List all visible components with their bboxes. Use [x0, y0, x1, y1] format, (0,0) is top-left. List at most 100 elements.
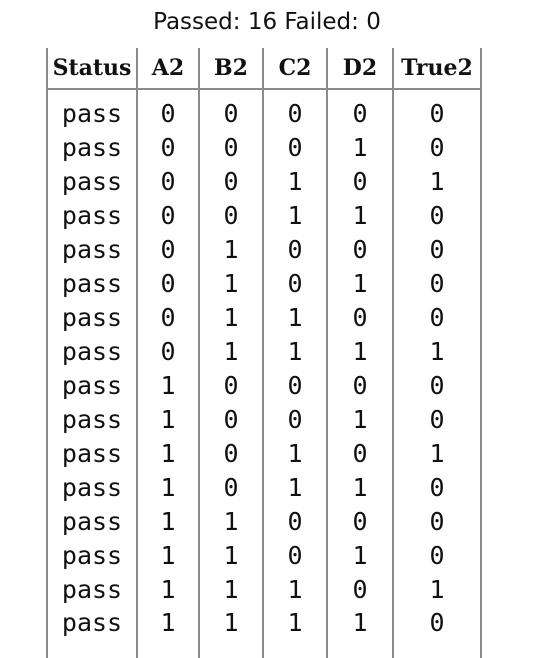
- b2-cell: 1: [198, 232, 264, 266]
- b2-cell: 1: [198, 504, 264, 538]
- true2-cell: 0: [392, 266, 482, 300]
- c2-cell: 1: [262, 470, 328, 504]
- a2-cell: 0: [136, 300, 200, 334]
- status-cell: pass: [46, 89, 138, 130]
- b2-cell: 0: [198, 402, 264, 436]
- d2-cell: 0: [326, 368, 394, 402]
- b2-cell: 0: [198, 470, 264, 504]
- d2-cell: 1: [326, 538, 394, 572]
- d2-cell: 0: [326, 300, 394, 334]
- a2-cell: 1: [136, 402, 200, 436]
- c2-cell: 1: [262, 606, 328, 658]
- d2-cell: 1: [326, 470, 394, 504]
- table-row: pass 1 0 1 0 1: [46, 436, 482, 470]
- c2-cell: 1: [262, 334, 328, 368]
- table-row: pass 1 1 1 1 0: [46, 606, 482, 658]
- a2-cell: 1: [136, 538, 200, 572]
- true2-cell: 0: [392, 470, 482, 504]
- true2-cell: 0: [392, 402, 482, 436]
- b2-cell: 0: [198, 164, 264, 198]
- table-row: pass 0 1 1 1 1: [46, 334, 482, 368]
- d2-cell: 0: [326, 436, 394, 470]
- c2-cell: 0: [262, 368, 328, 402]
- a2-cell: 0: [136, 232, 200, 266]
- truth-table: Status A2 B2 C2 D2 True2 pass 0 0 0 0 0 pass 0 0…: [46, 48, 482, 658]
- a2-cell: 1: [136, 368, 200, 402]
- b2-cell: 0: [198, 436, 264, 470]
- true2-cell: 1: [392, 334, 482, 368]
- status-cell: pass: [46, 504, 138, 538]
- b2-cell: 1: [198, 538, 264, 572]
- status-cell: pass: [46, 266, 138, 300]
- d2-cell: 0: [326, 572, 394, 606]
- column-header-a2: A2: [136, 48, 200, 90]
- true2-cell: 0: [392, 198, 482, 232]
- status-cell: pass: [46, 402, 138, 436]
- status-cell: pass: [46, 368, 138, 402]
- a2-cell: 0: [136, 130, 200, 164]
- b2-cell: 0: [198, 89, 264, 130]
- d2-cell: 1: [326, 198, 394, 232]
- b2-cell: 0: [198, 198, 264, 232]
- c2-cell: 0: [262, 89, 328, 130]
- table-row: pass 0 0 1 0 1: [46, 164, 482, 198]
- status-cell: pass: [46, 164, 138, 198]
- true2-cell: 1: [392, 436, 482, 470]
- b2-cell: 1: [198, 334, 264, 368]
- status-cell: pass: [46, 572, 138, 606]
- column-header-d2: D2: [326, 48, 394, 90]
- c2-cell: 0: [262, 266, 328, 300]
- c2-cell: 0: [262, 402, 328, 436]
- table-row: pass 1 0 1 1 0: [46, 470, 482, 504]
- c2-cell: 1: [262, 572, 328, 606]
- d2-cell: 0: [326, 232, 394, 266]
- a2-cell: 1: [136, 470, 200, 504]
- table-row: pass 1 1 0 1 0: [46, 538, 482, 572]
- true2-cell: 0: [392, 130, 482, 164]
- true2-cell: 1: [392, 572, 482, 606]
- c2-cell: 0: [262, 232, 328, 266]
- table-row: pass 1 0 0 1 0: [46, 402, 482, 436]
- header-row: Status A2 B2 C2 D2 True2: [46, 48, 482, 90]
- b2-cell: 1: [198, 606, 264, 658]
- a2-cell: 1: [136, 504, 200, 538]
- a2-cell: 0: [136, 89, 200, 130]
- c2-cell: 0: [262, 538, 328, 572]
- d2-cell: 0: [326, 164, 394, 198]
- table-row: pass 0 1 0 1 0: [46, 266, 482, 300]
- true2-cell: 0: [392, 606, 482, 658]
- status-cell: pass: [46, 130, 138, 164]
- status-cell: pass: [46, 538, 138, 572]
- test-summary: Passed: 16 Failed: 0: [153, 9, 381, 35]
- b2-cell: 0: [198, 368, 264, 402]
- true2-cell: 0: [392, 232, 482, 266]
- true2-cell: 0: [392, 504, 482, 538]
- column-header-status: Status: [46, 48, 138, 90]
- d2-cell: 1: [326, 402, 394, 436]
- a2-cell: 1: [136, 572, 200, 606]
- table-row: pass 1 0 0 0 0: [46, 368, 482, 402]
- column-header-b2: B2: [198, 48, 264, 90]
- status-cell: pass: [46, 436, 138, 470]
- table-row: pass 0 0 1 1 0: [46, 198, 482, 232]
- status-cell: pass: [46, 334, 138, 368]
- c2-cell: 0: [262, 130, 328, 164]
- a2-cell: 0: [136, 266, 200, 300]
- c2-cell: 1: [262, 198, 328, 232]
- d2-cell: 1: [326, 334, 394, 368]
- table-row: pass 1 1 0 0 0: [46, 504, 482, 538]
- a2-cell: 0: [136, 198, 200, 232]
- status-cell: pass: [46, 606, 138, 658]
- a2-cell: 1: [136, 436, 200, 470]
- a2-cell: 1: [136, 606, 200, 658]
- d2-cell: 0: [326, 504, 394, 538]
- status-cell: pass: [46, 470, 138, 504]
- status-cell: pass: [46, 198, 138, 232]
- b2-cell: 0: [198, 130, 264, 164]
- a2-cell: 0: [136, 164, 200, 198]
- table-row: pass 0 1 1 0 0: [46, 300, 482, 334]
- column-header-c2: C2: [262, 48, 328, 90]
- b2-cell: 1: [198, 572, 264, 606]
- table-row: pass 0 0 0 0 0: [46, 89, 482, 130]
- table-row: pass 0 1 0 0 0: [46, 232, 482, 266]
